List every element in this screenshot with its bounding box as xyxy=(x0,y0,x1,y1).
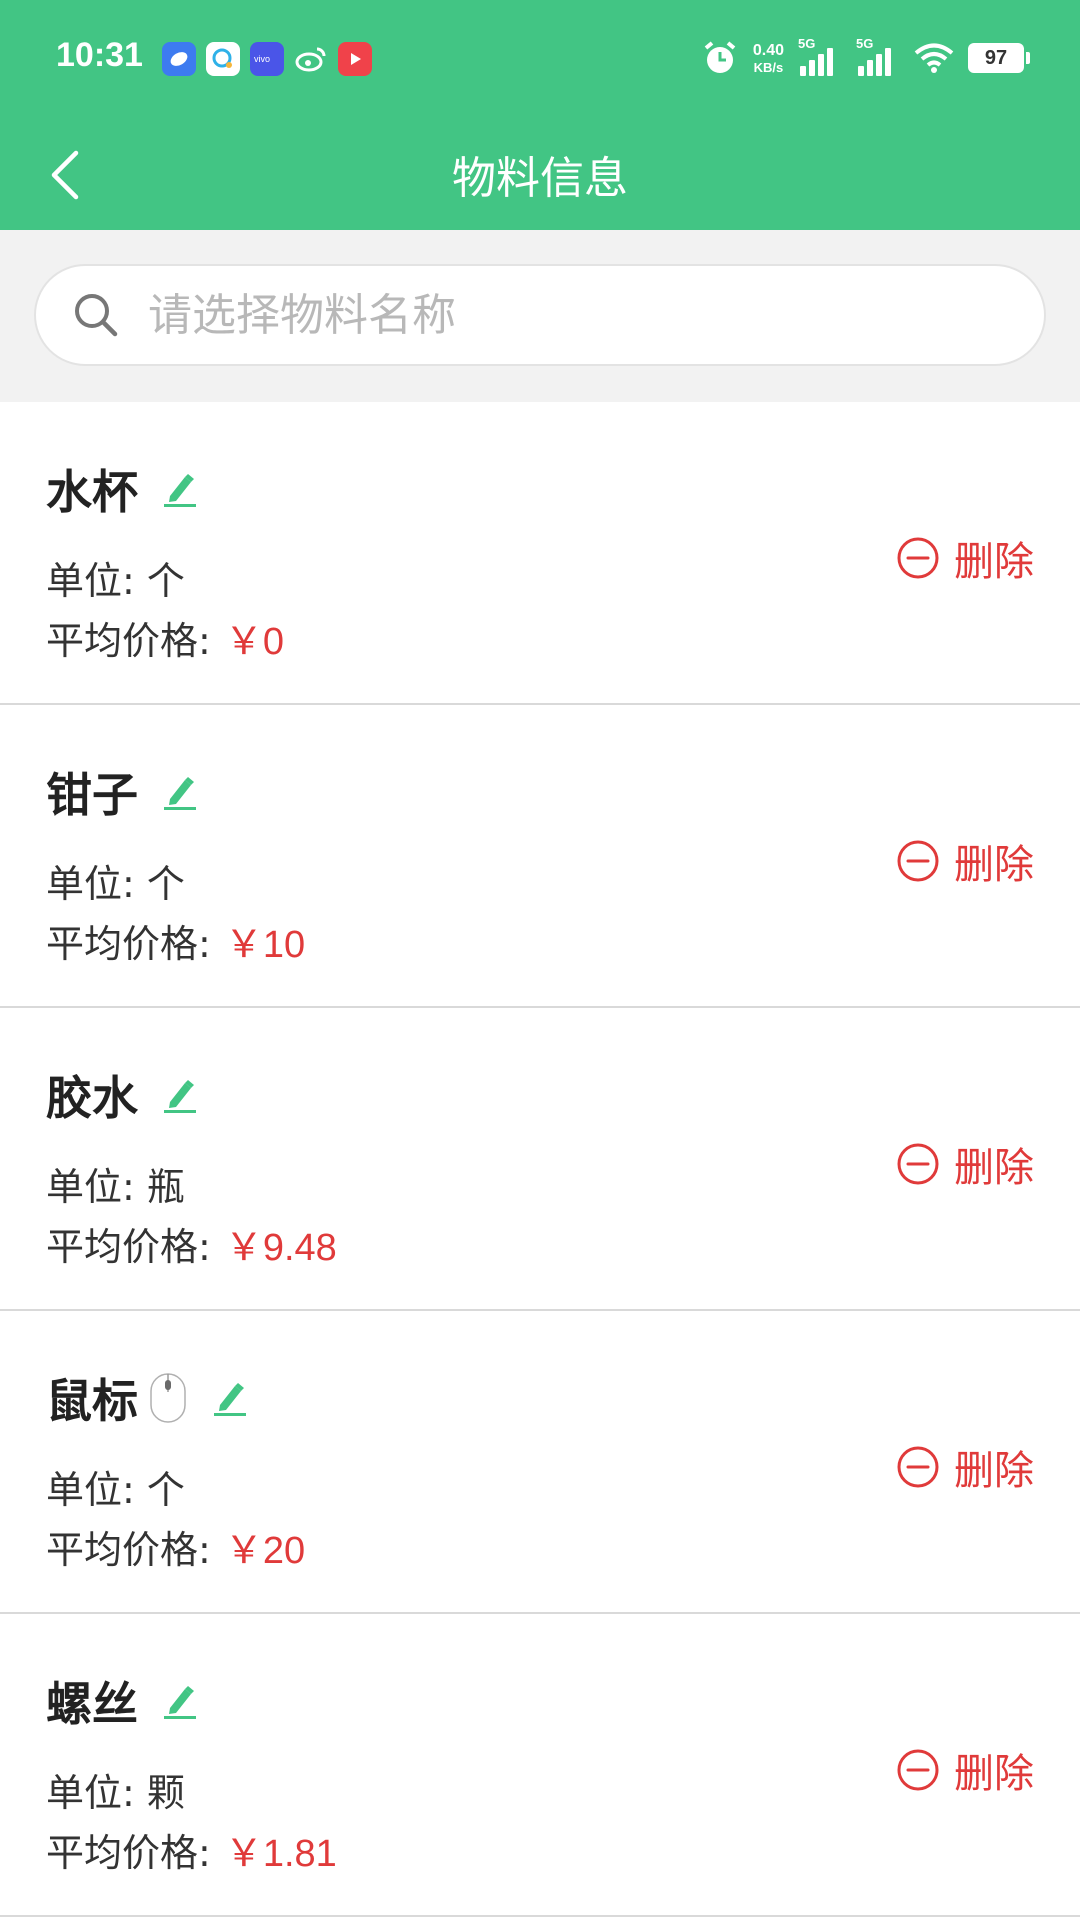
item-unit: 单位: 个 xyxy=(46,559,185,603)
item-price-label: 平均价格: xyxy=(46,922,211,966)
item-price: ￥9.48 xyxy=(224,1227,337,1269)
edit-icon[interactable] xyxy=(160,1075,200,1115)
list-item: 鼠标 单位: 个 平均价格: ￥20 删除 xyxy=(0,1311,1080,1614)
list-item: 胶水 单位: 瓶 平均价格: ￥9.48 删除 xyxy=(0,1008,1080,1311)
edit-icon[interactable] xyxy=(160,772,200,812)
delete-label: 删除 xyxy=(954,1448,1034,1494)
item-unit: 单位: 个 xyxy=(46,862,185,906)
item-price-row: 平均价格: ￥1.81 xyxy=(46,1822,337,1877)
signal-bars-icon xyxy=(858,48,891,76)
item-price-label: 平均价格: xyxy=(46,619,211,663)
search-area xyxy=(0,230,1080,402)
edit-icon[interactable] xyxy=(160,469,200,509)
delete-button[interactable]: 删除 xyxy=(896,1135,1034,1193)
battery-indicator: 97 xyxy=(968,43,1030,73)
assistant-icon xyxy=(206,42,240,76)
minus-circle-icon xyxy=(897,1446,939,1488)
weibo-icon xyxy=(294,42,328,76)
list-item: 螺丝 单位: 颗 平均价格: ￥1.81 删除 xyxy=(0,1614,1080,1917)
status-time: 10:31 xyxy=(56,36,143,74)
item-price: ￥20 xyxy=(224,1530,306,1572)
delete-button[interactable]: 删除 xyxy=(896,1741,1034,1799)
net-speed: 0.40 KB/s xyxy=(752,41,784,75)
page-title: 物料信息 xyxy=(452,153,628,204)
net-speed-unit: KB/s xyxy=(753,59,784,75)
signal-1: 5G xyxy=(798,36,842,78)
search-icon xyxy=(75,294,118,337)
net-speed-value: 0.40 xyxy=(752,41,784,59)
item-name-row: 螺丝 xyxy=(46,1668,200,1734)
edit-icon[interactable] xyxy=(210,1378,250,1418)
delete-button[interactable]: 删除 xyxy=(896,832,1034,890)
search-box[interactable] xyxy=(34,264,1046,366)
item-price: ￥10 xyxy=(224,924,306,966)
signal-2: 5G xyxy=(856,36,900,78)
alarm-icon xyxy=(704,41,736,73)
item-name: 钳子 xyxy=(46,768,138,822)
wifi-icon xyxy=(914,43,954,73)
notification-icons: vivo xyxy=(162,42,372,76)
item-name: 鼠标 xyxy=(46,1374,138,1428)
item-price-label: 平均价格: xyxy=(46,1831,211,1875)
item-price: ￥1.81 xyxy=(224,1833,337,1875)
search-input[interactable] xyxy=(146,288,966,342)
item-name-row: 胶水 xyxy=(46,1062,200,1128)
item-price: ￥0 xyxy=(224,621,284,663)
item-name-row: 水杯 xyxy=(46,456,200,522)
browser-icon xyxy=(162,42,196,76)
video-icon xyxy=(338,42,372,76)
status-right: 0.40 KB/s 5G 5G 97 xyxy=(701,36,1030,78)
status-bar: 10:31 vivo 0.40 KB/s 5G 5G 97 xyxy=(0,0,1080,120)
list-item: 钳子 单位: 个 平均价格: ￥10 删除 xyxy=(0,705,1080,1008)
vivo-icon: vivo xyxy=(250,42,284,76)
delete-label: 删除 xyxy=(954,539,1034,585)
signal-bars-icon xyxy=(800,48,833,76)
mouse-emoji-icon xyxy=(150,1373,186,1423)
delete-label: 删除 xyxy=(954,1145,1034,1191)
item-price-row: 平均价格: ￥9.48 xyxy=(46,1216,337,1271)
item-name-row: 钳子 xyxy=(46,759,200,825)
item-name-row: 鼠标 xyxy=(46,1365,250,1431)
item-name: 螺丝 xyxy=(46,1677,138,1731)
delete-label: 删除 xyxy=(954,1751,1034,1797)
minus-circle-icon xyxy=(897,840,939,882)
item-unit: 单位: 颗 xyxy=(46,1771,185,1815)
delete-button[interactable]: 删除 xyxy=(896,1438,1034,1496)
item-name: 水杯 xyxy=(46,465,138,519)
item-unit: 单位: 瓶 xyxy=(46,1165,185,1209)
minus-circle-icon xyxy=(897,537,939,579)
item-price-label: 平均价格: xyxy=(46,1528,211,1572)
item-price-label: 平均价格: xyxy=(46,1225,211,1269)
nav-bar: 物料信息 xyxy=(0,120,1080,230)
item-unit: 单位: 个 xyxy=(46,1468,185,1512)
header: 10:31 vivo 0.40 KB/s 5G 5G 97 物料信息 xyxy=(0,0,1080,230)
minus-circle-icon xyxy=(897,1143,939,1185)
edit-icon[interactable] xyxy=(160,1681,200,1721)
item-name: 胶水 xyxy=(46,1071,138,1125)
minus-circle-icon xyxy=(897,1749,939,1791)
material-list: 水杯 单位: 个 平均价格: ￥0 删除 钳子 单位: 个 平均价格: ￥10 … xyxy=(0,402,1080,1917)
delete-label: 删除 xyxy=(954,842,1034,888)
item-price-row: 平均价格: ￥10 xyxy=(46,913,305,968)
item-price-row: 平均价格: ￥0 xyxy=(46,610,284,665)
delete-button[interactable]: 删除 xyxy=(896,529,1034,587)
svg-text:vivo: vivo xyxy=(254,54,270,64)
list-item: 水杯 单位: 个 平均价格: ￥0 删除 xyxy=(0,402,1080,705)
item-price-row: 平均价格: ￥20 xyxy=(46,1519,305,1574)
